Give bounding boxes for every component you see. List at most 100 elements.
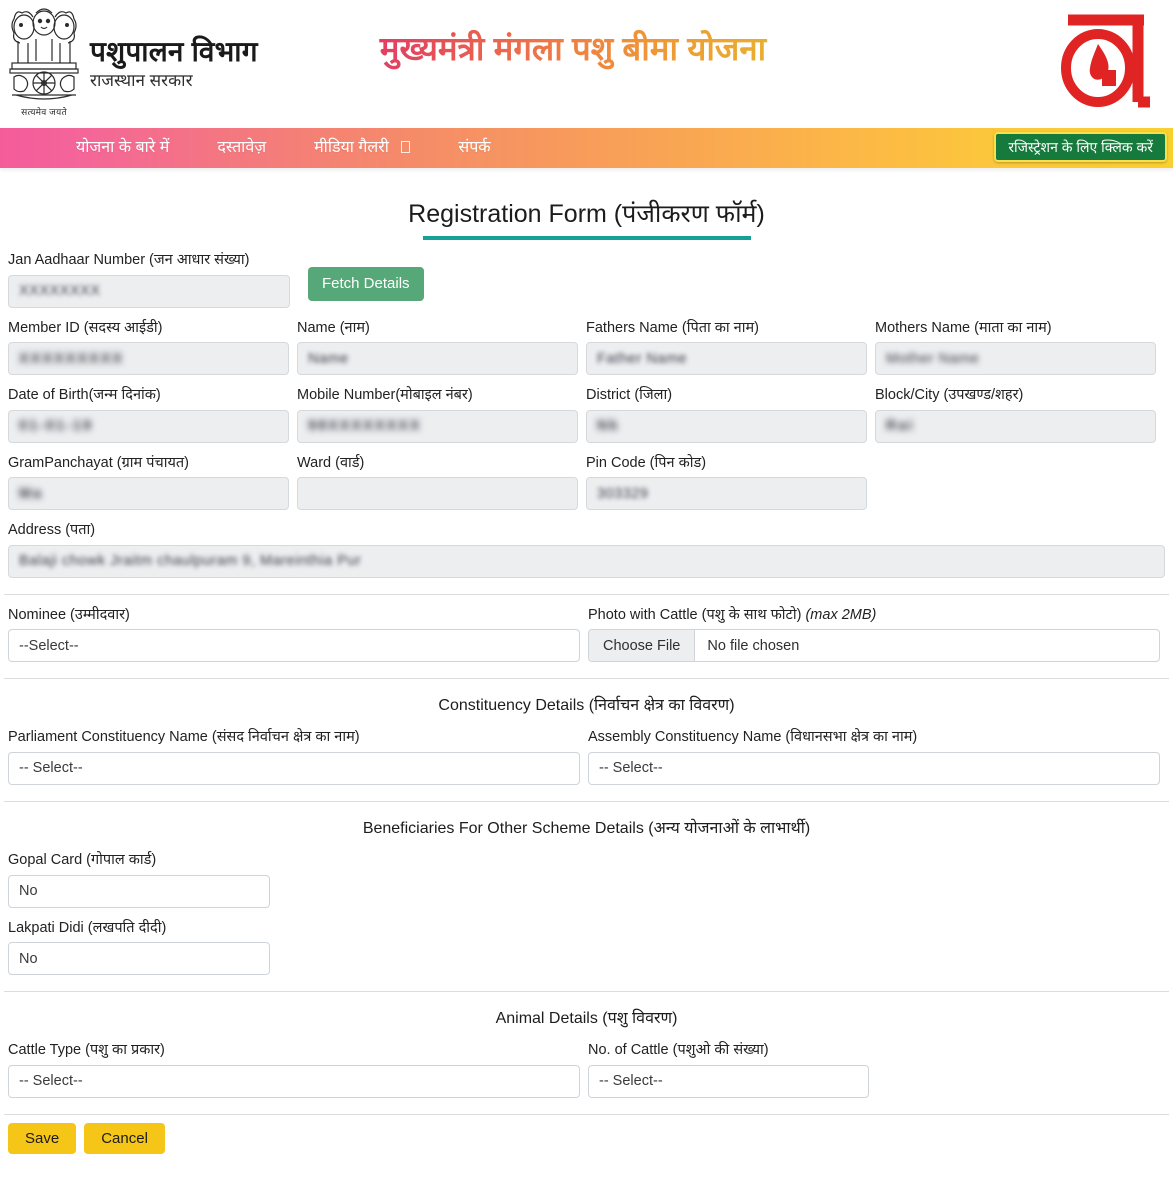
nominee-select[interactable]: --Select-- — [8, 629, 580, 663]
photo-file-input[interactable]: Choose File No file chosen — [588, 629, 1160, 663]
contact-row: Date of Birth(जन्म दिनांक) 01-01-19 Mobi… — [4, 375, 1169, 443]
parliament-constituency-select[interactable]: -- Select-- — [8, 751, 580, 785]
name-label: Name (नाम) — [297, 319, 370, 336]
register-click-here-button[interactable]: रजिस्ट्रेशन के लिए क्लिक करें — [994, 132, 1167, 162]
field-no-of-cattle: No. of Cattle (पशुओ की संख्या) -- Select… — [584, 1041, 873, 1098]
mothers-name-value: Mother Name — [886, 350, 980, 367]
block-city-label: Block/City (उपखण्ड/शहर) — [875, 387, 1024, 404]
field-parliament-constituency: Parliament Constituency Name (संसद निर्व… — [4, 728, 584, 785]
assembly-constituency-select[interactable]: -- Select-- — [588, 751, 1160, 785]
photo-label-note: (max 2MB) — [805, 606, 877, 623]
gopal-card-row: Gopal Card (गोपाल कार्ड) No — [4, 840, 1169, 908]
identity-row: Member ID (सदस्य आईडी) XXXXXXXXX Name (न… — [4, 308, 1169, 376]
field-assembly-constituency: Assembly Constituency Name (विधानसभा क्ष… — [584, 728, 1164, 785]
department-block: पशुपालन विभाग राजस्थान सरकार — [90, 36, 258, 92]
nav-item-media-gallery[interactable]: मीडिया गैलरी — [290, 128, 434, 168]
field-jan-aadhaar: Jan Aadhaar Number (जन आधार संख्या) XXXX… — [4, 251, 294, 308]
photo-with-cattle-label: Photo with Cattle (पशु के साथ फोटो) (max… — [588, 606, 1160, 626]
date-of-birth-label: Date of Birth(जन्म दिनांक) — [8, 387, 161, 404]
nav-item-contact[interactable]: संपर्क — [434, 128, 514, 168]
no-of-cattle-select[interactable]: -- Select-- — [588, 1064, 869, 1098]
pin-code-value: 303329 — [597, 485, 649, 502]
jan-aadhaar-input[interactable]: XXXXXXXX — [8, 274, 290, 308]
constituency-row: Parliament Constituency Name (संसद निर्व… — [4, 717, 1169, 785]
parliament-constituency-label: Parliament Constituency Name (संसद निर्व… — [8, 729, 360, 746]
block-city-input[interactable]: Rai — [875, 409, 1156, 443]
lakpati-didi-label: Lakpati Didi (लखपति दीदी) — [8, 919, 167, 936]
pin-code-label: Pin Code (पिन कोड) — [586, 454, 707, 471]
date-of-birth-input[interactable]: 01-01-19 — [8, 409, 289, 443]
name-value: Name — [308, 350, 349, 367]
ashoka-emblem-icon — [9, 8, 79, 100]
field-gopal-card: Gopal Card (गोपाल कार्ड) No — [4, 851, 274, 908]
fathers-name-input[interactable]: Father Name — [586, 342, 867, 376]
address-label: Address (पता) — [8, 522, 96, 539]
scheme-title: मुख्यमंत्री मंगला पशु बीमा योजना — [338, 28, 808, 71]
lakpati-didi-value: No — [19, 950, 38, 967]
field-block-city: Block/City (उपखण्ड/शहर) Rai — [871, 386, 1160, 443]
cattle-type-label: Cattle Type (पशु का प्रकार) — [8, 1042, 165, 1059]
choose-file-button[interactable]: Choose File — [589, 630, 696, 662]
nav-item-documents[interactable]: दस्तावेज़ — [193, 128, 290, 168]
national-emblem: सत्यमेव जयते — [4, 3, 84, 125]
no-of-cattle-label: No. of Cattle (पशुओ की संख्या) — [588, 1042, 769, 1059]
nav-item-label: संपर्क — [458, 139, 491, 156]
field-member-id: Member ID (सदस्य आईडी) XXXXXXXXX — [4, 319, 293, 376]
name-input[interactable]: Name — [297, 342, 578, 376]
department-subtitle: राजस्थान सरकार — [90, 71, 193, 91]
chevron-down-icon — [401, 141, 411, 153]
gopal-card-select[interactable]: No — [8, 874, 270, 908]
ward-input[interactable] — [297, 477, 578, 511]
field-lakpati-didi: Lakpati Didi (लखपति दीदी) No — [4, 919, 274, 976]
nav-items: योजना के बारे में दस्तावेज़ मीडिया गैलरी… — [52, 128, 515, 168]
field-district: District (जिला) Nk — [582, 386, 871, 443]
address-row: Address (पता) Balaji chowk Jraitm chaulp… — [4, 510, 1169, 578]
district-value: Nk — [597, 418, 620, 435]
no-of-cattle-value: -- Select-- — [599, 1073, 663, 1090]
district-input[interactable]: Nk — [586, 409, 867, 443]
nav-item-label: दस्तावेज़ — [217, 139, 267, 156]
form-actions: Save Cancel — [4, 1113, 1169, 1164]
devanagari-va-logo-icon — [1061, 14, 1150, 108]
member-id-label: Member ID (सदस्य आईडी) — [8, 319, 163, 336]
parliament-constituency-value: -- Select-- — [19, 760, 83, 777]
field-cattle-type: Cattle Type (पशु का प्रकार) -- Select-- — [4, 1041, 584, 1098]
page-title: Registration Form (पंजीकरण फॉर्म) — [0, 168, 1173, 230]
field-name: Name (नाम) Name — [293, 319, 582, 376]
date-of-birth-value: 01-01-19 — [19, 418, 94, 435]
member-id-input[interactable]: XXXXXXXXX — [8, 342, 289, 376]
save-button[interactable]: Save — [8, 1122, 77, 1154]
constituency-section-title: Constituency Details (निर्वाचन क्षेत्र क… — [438, 697, 735, 715]
assembly-constituency-value: -- Select-- — [599, 760, 663, 777]
field-pin-code: Pin Code (पिन कोड) 303329 — [582, 454, 871, 511]
photo-label-main: Photo with Cattle (पशु के साथ फोटो) — [588, 606, 806, 623]
nav-item-label: मीडिया गैलरी — [314, 139, 389, 156]
page-title-hi: (पंजीकरण फॉर्म) — [613, 200, 765, 228]
mobile-number-input[interactable]: 98XXXXXXXX — [297, 409, 578, 443]
field-address: Address (पता) Balaji chowk Jraitm chaulp… — [4, 521, 1169, 578]
pin-code-input[interactable]: 303329 — [586, 477, 867, 511]
assembly-constituency-label: Assembly Constituency Name (विधानसभा क्ष… — [588, 729, 918, 746]
animal-details-row: Cattle Type (पशु का प्रकार) -- Select-- … — [4, 1030, 1169, 1098]
address-input[interactable]: Balaji chowk Jraitm chaulpuram 9, Marein… — [8, 544, 1165, 578]
ward-label: Ward (वार्ड) — [297, 454, 365, 471]
cattle-type-select[interactable]: -- Select-- — [8, 1064, 580, 1098]
other-schemes-section-title: Beneficiaries For Other Scheme Details (… — [362, 819, 811, 837]
nav-item-about-scheme[interactable]: योजना के बारे में — [52, 128, 193, 168]
cancel-button[interactable]: Cancel — [84, 1122, 165, 1154]
fathers-name-label: Fathers Name (पिता का नाम) — [586, 319, 759, 336]
gopal-card-label: Gopal Card (गोपाल कार्ड) — [8, 851, 157, 868]
emblem-motto: सत्यमेव जयते — [21, 107, 67, 117]
nav-item-label: योजना के बारे में — [76, 139, 170, 156]
site-header: सत्यमेव जयते पशुपालन विभाग राजस्थान सरका… — [0, 0, 1173, 128]
field-gram-panchayat: GramPanchayat (ग्राम पंचायत) Ma — [4, 454, 293, 511]
fetch-details-button[interactable]: Fetch Details — [308, 267, 424, 301]
gram-panchayat-input[interactable]: Ma — [8, 477, 289, 511]
page-content: Registration Form (पंजीकरण फॉर्म) Jan Aa… — [0, 168, 1173, 1164]
nominee-value: --Select-- — [19, 637, 79, 654]
mothers-name-input[interactable]: Mother Name — [875, 342, 1156, 376]
address-value: Balaji chowk Jraitm chaulpuram 9, Marein… — [19, 553, 362, 570]
field-ward: Ward (वार्ड) — [293, 454, 582, 511]
lakpati-didi-select[interactable]: No — [8, 942, 270, 976]
jan-aadhaar-row: Jan Aadhaar Number (जन आधार संख्या) XXXX… — [4, 240, 1169, 308]
